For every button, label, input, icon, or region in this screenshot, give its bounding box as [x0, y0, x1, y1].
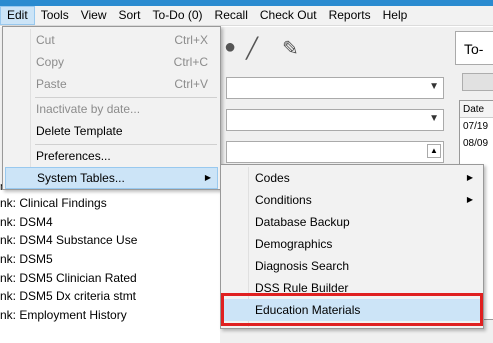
- menu-item-delete-template[interactable]: Delete Template: [5, 120, 218, 142]
- filter-combo-2[interactable]: ▼: [226, 109, 444, 131]
- pen-icon[interactable]: ╱: [246, 36, 258, 61]
- submenu-item-codes[interactable]: Codes ▶: [223, 167, 481, 189]
- list-item[interactable]: nk: DSM5 Clinician Rated: [0, 269, 220, 288]
- shortcut-label: Ctrl+C: [173, 55, 208, 69]
- scroll-up-icon[interactable]: ▲: [427, 144, 441, 158]
- menu-item-label: Demographics: [255, 237, 333, 251]
- menu-item-label: Diagnosis Search: [255, 259, 350, 273]
- menu-item-label: Paste: [36, 77, 67, 91]
- template-list: mt nk: Clinical Findings nk: DSM4 nk: DS…: [0, 181, 220, 343]
- menu-item-label: Codes: [255, 171, 290, 185]
- edit-note-icon[interactable]: ✎: [282, 36, 299, 61]
- todo-panel-title: To-: [464, 41, 484, 57]
- grid-header-date: Date: [460, 101, 493, 118]
- submenu-item-database-backup[interactable]: Database Backup: [223, 211, 481, 233]
- list-item[interactable]: nk: DSM5 Dx criteria stmt: [0, 287, 220, 306]
- edit-menu: Cut Ctrl+X Copy Ctrl+C Paste Ctrl+V Inac…: [2, 26, 221, 190]
- menu-item-label: Inactivate by date...: [36, 102, 141, 116]
- highlight-box: [221, 293, 483, 326]
- menu-tools[interactable]: Tools: [35, 6, 75, 25]
- list-item[interactable]: nk: DSM5: [0, 250, 220, 269]
- menu-recall[interactable]: Recall: [209, 6, 254, 25]
- menu-item-label: Database Backup: [255, 215, 350, 229]
- person-icon[interactable]: ●: [224, 36, 236, 59]
- menu-item-paste[interactable]: Paste Ctrl+V: [5, 73, 218, 95]
- todo-panel-header: To-: [455, 31, 493, 65]
- menu-check-out[interactable]: Check Out: [254, 6, 323, 25]
- menu-item-preferences[interactable]: Preferences...: [5, 145, 218, 167]
- list-item[interactable]: nk: DSM4: [0, 213, 220, 232]
- menu-item-cut[interactable]: Cut Ctrl+X: [5, 29, 218, 51]
- list-item[interactable]: nk: Clinical Findings: [0, 194, 220, 213]
- menu-reports[interactable]: Reports: [323, 6, 377, 25]
- menu-item-label: Delete Template: [36, 124, 123, 138]
- menu-item-label: System Tables...: [37, 171, 125, 185]
- menu-bar: Edit Tools View Sort To-Do (0) Recall Ch…: [0, 6, 493, 26]
- submenu-item-conditions[interactable]: Conditions ▶: [223, 189, 481, 211]
- submenu-arrow-icon: ▶: [204, 173, 211, 182]
- table-row[interactable]: 08/09: [460, 135, 493, 152]
- filter-combo-1[interactable]: ▼: [226, 77, 444, 99]
- chevron-down-icon: ▼: [429, 113, 439, 124]
- menu-item-label: Preferences...: [36, 149, 111, 163]
- menu-item-label: Cut: [36, 33, 55, 47]
- shortcut-label: Ctrl+X: [174, 33, 208, 47]
- menu-item-system-tables[interactable]: System Tables... ▶: [5, 167, 218, 189]
- todo-panel-button[interactable]: [462, 73, 493, 91]
- filter-field[interactable]: ▲: [226, 141, 444, 163]
- chevron-down-icon: ▼: [429, 81, 439, 92]
- menu-edit[interactable]: Edit: [0, 6, 35, 25]
- menu-item-copy[interactable]: Copy Ctrl+C: [5, 51, 218, 73]
- submenu-item-diagnosis-search[interactable]: Diagnosis Search: [223, 255, 481, 277]
- menu-item-label: Conditions: [255, 193, 312, 207]
- menu-view[interactable]: View: [75, 6, 113, 25]
- menu-item-label: Copy: [36, 55, 65, 69]
- list-item[interactable]: nk: DSM4 Substance Use: [0, 231, 220, 250]
- menu-sort[interactable]: Sort: [113, 6, 147, 25]
- submenu-arrow-icon: ▶: [466, 195, 473, 204]
- shortcut-label: Ctrl+V: [174, 77, 208, 91]
- submenu-arrow-icon: ▶: [466, 173, 473, 182]
- menu-item-inactivate-by-date[interactable]: Inactivate by date...: [5, 98, 218, 120]
- table-row[interactable]: 07/19: [460, 118, 493, 135]
- submenu-item-demographics[interactable]: Demographics: [223, 233, 481, 255]
- menu-todo[interactable]: To-Do (0): [147, 6, 209, 25]
- list-item[interactable]: nk: Employment History: [0, 306, 220, 325]
- menu-help[interactable]: Help: [377, 6, 414, 25]
